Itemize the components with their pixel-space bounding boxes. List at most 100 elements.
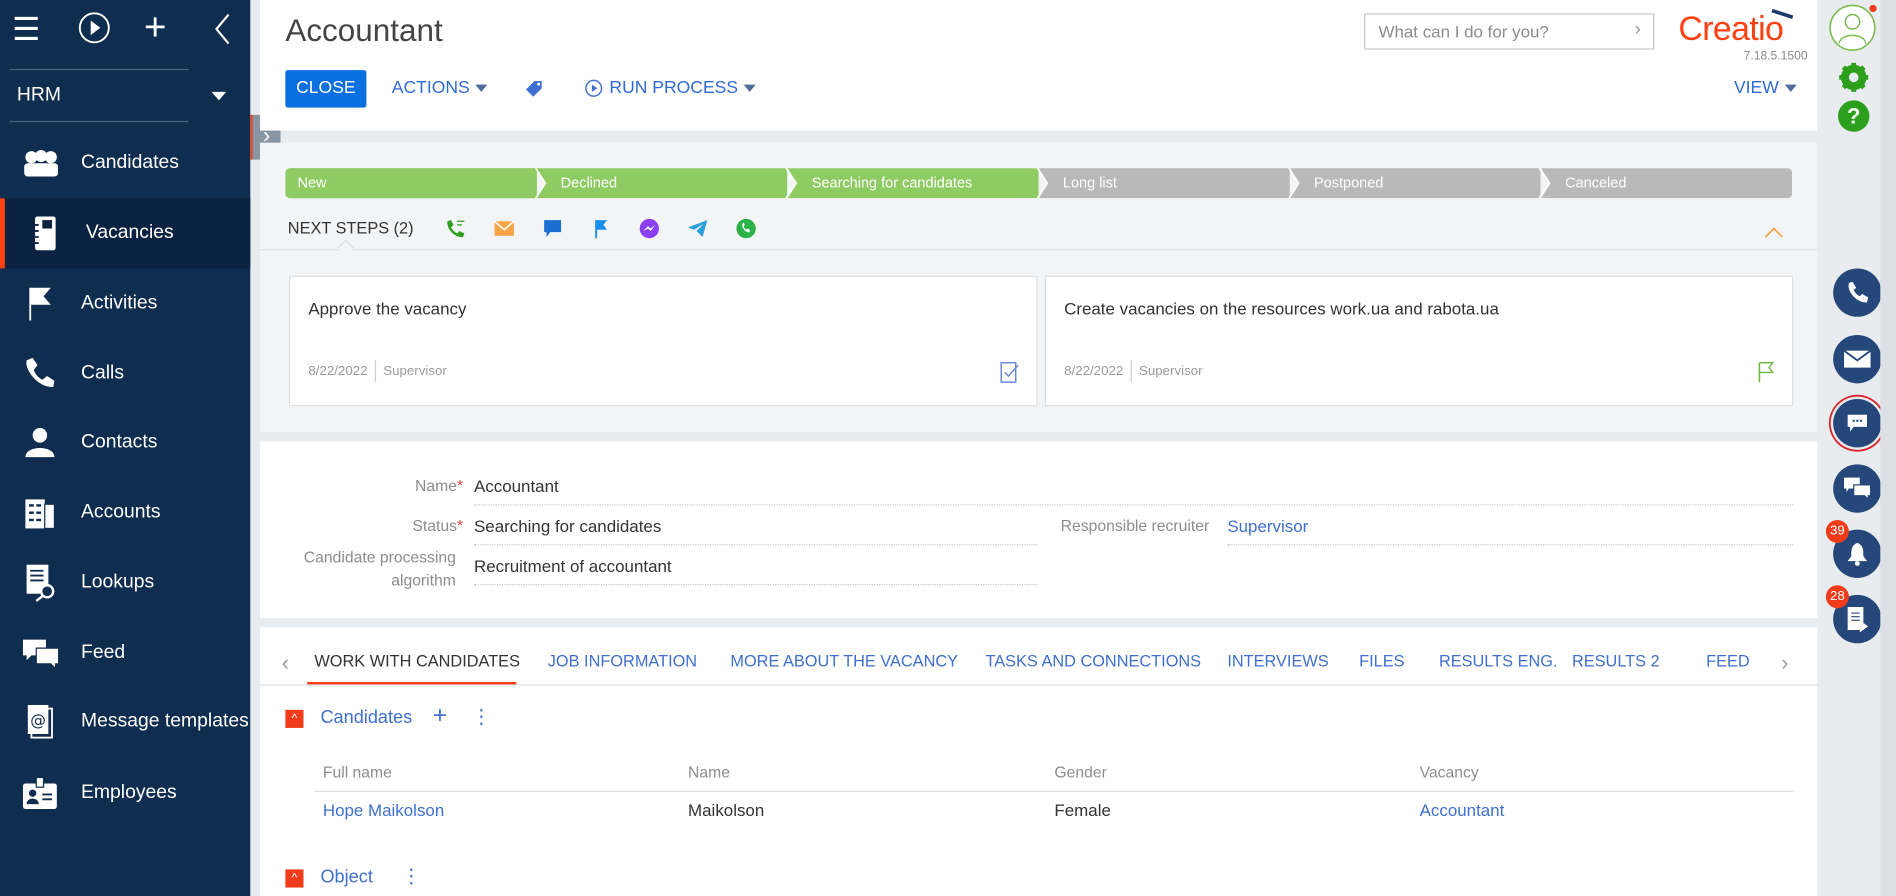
tabs-scroll-left-icon[interactable]: ‹ [282,651,289,676]
sidebar-item-employees[interactable]: Employees [0,758,250,828]
chat-button[interactable] [1833,399,1882,448]
view-label: VIEW [1733,78,1779,98]
active-tab-underline [307,681,517,685]
algorithm-field[interactable]: Recruitment of accountant [474,553,1038,586]
creatio-logo: Creatio [1678,9,1784,48]
telegram-icon[interactable] [687,218,709,240]
page-header: Accountant CLOSE ACTIONS RUN PROCESS Wha… [259,0,1818,131]
sidebar-item-accounts[interactable]: Accounts [0,478,250,548]
sidebar-item-lookups[interactable]: Lookups [0,548,250,618]
tab-work-with-candidates[interactable]: WORK WITH CANDIDATES [314,652,520,670]
version-label: 7.18.5.1500 [1743,49,1808,63]
card-title: Approve the vacancy [308,298,467,319]
chevron-down-icon [744,84,757,92]
task-check-icon[interactable] [1000,362,1019,384]
tabs-scroll-right-icon[interactable]: › [1781,651,1788,676]
stage-new[interactable]: New [285,168,537,199]
tab-tasks-and-connections[interactable]: TASKS AND CONNECTIONS [985,652,1201,670]
notifications-button[interactable]: 39 [1825,519,1882,578]
recruiter-field[interactable]: Supervisor [1227,513,1794,546]
divider [9,68,189,71]
next-step-card[interactable]: Approve the vacancy 8/22/2022 Supervisor [288,275,1038,407]
chevron-right-icon[interactable]: › [1634,19,1640,41]
collapse-candidates-button[interactable]: ^ [285,709,304,728]
stage-searching-for-candidates[interactable]: Searching for candidates [787,168,1039,199]
stage-separator [1287,167,1302,199]
run-process-icon[interactable] [77,11,111,51]
stage-separator [785,167,800,199]
column-header[interactable]: Gender [1054,763,1106,781]
sidebar-item-activities[interactable]: Activities [0,268,250,338]
vacancy-link[interactable]: Accountant [1420,800,1505,819]
sidebar-item-feed[interactable]: Feed [0,618,250,688]
next-steps-label[interactable]: NEXT STEPS (2) [288,219,414,237]
phone-icon [22,356,58,392]
messenger-icon[interactable] [638,218,660,240]
object-section-title[interactable]: Object [320,867,372,888]
flag-icon[interactable] [1756,362,1775,384]
column-header[interactable]: Name [688,763,730,781]
gender-cell: Female [1054,800,1111,820]
stage-long-list[interactable]: Long list [1038,168,1290,199]
column-header[interactable]: Vacancy [1420,763,1479,781]
user-avatar-icon[interactable] [1828,4,1879,52]
view-button[interactable]: VIEW [1734,79,1797,98]
column-header[interactable]: Full name [323,763,392,781]
candidates-section-title[interactable]: Candidates [320,707,412,728]
recruiter-label: Responsible recruiter [1060,516,1210,535]
collapse-object-button[interactable]: ^ [285,869,304,888]
more-options-icon[interactable]: ⋮ [472,705,491,729]
whatsapp-icon[interactable] [735,218,757,240]
sidebar-item-contacts[interactable]: Contacts [0,408,250,478]
email-icon[interactable] [493,218,515,240]
actions-button[interactable]: ACTIONS [392,79,488,98]
add-candidate-icon[interactable]: + [433,703,447,731]
sidebar-item-candidates[interactable]: Candidates [0,128,250,198]
sidebar-item-label: Lookups [81,571,155,593]
sidebar-item-calls[interactable]: Calls [0,339,250,409]
menu-icon[interactable]: ☰ [12,12,40,46]
collapse-icon[interactable] [213,12,232,52]
contact-icon [22,424,58,460]
more-options-icon[interactable]: ⋮ [401,865,420,889]
workspace-dropdown-icon[interactable] [211,91,227,101]
run-process-button[interactable]: RUN PROCESS [584,79,757,98]
tab-more-about-the-vacancy[interactable]: MORE ABOUT THE VACANCY [730,652,958,670]
full-name-link[interactable]: Hope Maikolson [323,800,444,819]
sidebar-item-vacancies[interactable]: Vacancies [0,198,251,269]
tab-feed[interactable]: FEED [1706,652,1750,670]
process-button[interactable]: 28 [1825,585,1882,644]
phone-button[interactable] [1833,268,1882,317]
status-field[interactable]: Searching for candidates [474,513,1038,546]
tab-pointer [337,239,355,257]
feed-button[interactable] [1833,464,1882,513]
tab-interviews[interactable]: INTERVIEWS [1227,652,1328,670]
field-label: Status [412,516,458,535]
tab-results-2[interactable]: RESULTS 2 [1572,652,1660,670]
sidebar-item-label: Calls [81,362,125,384]
feed-icon [22,635,59,671]
name-field[interactable]: Accountant [474,473,1794,506]
email-button[interactable] [1833,334,1882,384]
tag-icon[interactable] [526,80,543,103]
stage-declined[interactable]: Declined [536,168,788,199]
settings-gear-icon[interactable] [1838,62,1869,93]
next-step-card[interactable]: Create vacancies on the resources work.u… [1044,275,1794,407]
add-icon[interactable]: + [144,7,167,46]
task-flag-icon[interactable] [590,218,612,240]
tab-job-information[interactable]: JOB INFORMATION [548,652,697,670]
command-search-input[interactable]: What can I do for you? › [1363,13,1655,50]
divider [259,684,1818,686]
stage-postponed[interactable]: Postponed [1289,168,1541,199]
tab-results-eng-[interactable]: RESULTS ENG. [1439,652,1558,670]
call-icon[interactable] [445,218,467,240]
scrollbar-track[interactable] [1880,0,1896,896]
sidebar-item-message-templates[interactable]: @ Message templates [0,687,250,757]
collapse-chevron-icon[interactable] [1764,222,1783,241]
close-button[interactable]: CLOSE [285,70,367,108]
stage-canceled[interactable]: Canceled [1540,168,1793,199]
chat-icon[interactable] [542,218,564,240]
status-label: Status* [412,516,464,535]
help-icon[interactable]: ? [1837,100,1870,132]
tab-files[interactable]: FILES [1359,652,1404,670]
